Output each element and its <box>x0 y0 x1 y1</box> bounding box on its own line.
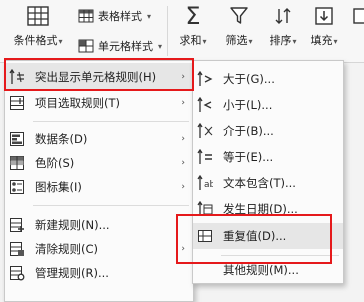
menu-item-label: 管理规则(R)... <box>35 266 109 280</box>
sort-label: 排序 <box>269 34 292 47</box>
sum-label: 求和 <box>179 34 202 47</box>
cell-style-label: 单元格样式 <box>98 40 153 53</box>
menu-item-color-scales[interactable]: 色阶(S) › <box>5 151 193 175</box>
chevron-right-icon: › <box>181 158 185 168</box>
chevron-down-icon: ▾ <box>58 37 63 46</box>
less-than-icon <box>193 97 217 113</box>
submenu-item-less-than[interactable]: 小于(L)... <box>193 93 343 117</box>
submenu-item-text-contains[interactable]: ab 文本包含(T)... <box>193 171 343 195</box>
chevron-right-icon: › <box>181 98 185 108</box>
chevron-down-icon: ▾ <box>292 37 297 46</box>
chevron-down-icon: ▾ <box>333 37 338 46</box>
sum-button[interactable]: Σ 求和▾ <box>172 0 214 48</box>
sort-icon <box>273 0 293 32</box>
funnel-icon <box>229 0 249 32</box>
table-style-button[interactable]: 表格样式 ▾ <box>78 8 151 24</box>
submenu-item-equal-to[interactable]: 等于(E)... <box>193 145 343 169</box>
submenu-item-label: 小于(L)... <box>223 98 273 112</box>
chevron-down-icon: ▾ <box>158 41 163 51</box>
grid-icon <box>353 0 364 32</box>
menu-item-label: 新建规则(N)... <box>35 218 110 232</box>
fill-down-icon <box>314 0 334 32</box>
submenu-item-between[interactable]: 介于(B)... <box>193 119 343 143</box>
chevron-right-icon: › <box>181 134 185 144</box>
text-contains-icon: ab <box>193 175 217 191</box>
between-icon <box>193 123 217 139</box>
table-style-label: 表格样式 <box>98 10 142 23</box>
menu-item-icon-sets[interactable]: 图标集(I) › <box>5 175 193 199</box>
chevron-down-icon: ▾ <box>147 11 152 21</box>
ribbon-toolbar: 条件格式▾ 表格样式 ▾ 单元格样式 ▾ Σ 求和▾ 筛选▾ 排序▾ 填充▾ <box>0 0 364 63</box>
menu-item-label: 项目选取规则(T) <box>35 96 120 110</box>
submenu-item-label: 等于(E)... <box>223 150 274 164</box>
manage-rules-icon <box>5 265 29 281</box>
top-bottom-rules-icon <box>5 95 29 111</box>
submenu-item-label: 文本包含(T)... <box>223 176 296 190</box>
clear-rules-icon <box>5 241 29 257</box>
ribbon-divider <box>167 6 168 56</box>
menu-item-label: 图标集(I) <box>35 180 82 194</box>
conditional-format-button[interactable]: 条件格式▾ <box>6 0 70 48</box>
menu-item-data-bars[interactable]: 数据条(D) › <box>5 127 193 151</box>
menu-divider <box>33 121 189 122</box>
menu-item-label: 数据条(D) <box>35 132 88 146</box>
fill-button[interactable]: 填充▾ <box>304 0 344 48</box>
new-rule-icon <box>5 217 29 233</box>
menu-item-new-rule[interactable]: 新建规则(N)... <box>5 213 193 237</box>
cell-style-icon <box>78 39 94 53</box>
svg-text:ab: ab <box>204 180 213 190</box>
submenu-item-label: 大于(G)... <box>223 72 275 86</box>
submenu-item-label: 介于(B)... <box>223 124 274 138</box>
equal-to-icon <box>193 149 217 165</box>
menu-divider <box>33 205 189 206</box>
table-style-icon <box>78 9 94 23</box>
icon-sets-icon <box>5 179 29 195</box>
filter-label: 筛选 <box>225 34 248 47</box>
menu-item-clear-rules[interactable]: 清除规则(C) › <box>5 237 193 261</box>
color-scales-icon <box>5 155 29 171</box>
sigma-icon: Σ <box>185 2 201 30</box>
data-bars-icon <box>5 131 29 147</box>
submenu-item-greater-than[interactable]: 大于(G)... <box>193 67 343 91</box>
chevron-right-icon: › <box>181 182 185 192</box>
menu-item-top-bottom-rules[interactable]: 项目选取规则(T) › <box>5 91 193 115</box>
highlight-annotation-box <box>4 58 194 91</box>
menu-item-label: 清除规则(C) <box>35 242 99 256</box>
sort-button[interactable]: 排序▾ <box>262 0 304 48</box>
menu-item-manage-rules[interactable]: 管理规则(R)... <box>5 261 193 285</box>
submenu-item-label: 其他规则(M)... <box>223 263 299 277</box>
conditional-format-label: 条件格式 <box>13 34 58 47</box>
greater-than-icon <box>193 71 217 87</box>
menu-item-label: 色阶(S) <box>35 156 75 170</box>
conditional-format-icon <box>27 0 49 32</box>
chevron-down-icon: ▾ <box>248 37 253 46</box>
filter-button[interactable]: 筛选▾ <box>218 0 260 48</box>
conditional-format-menu: 突出显示单元格规则(H) › 项目选取规则(T) › 数据条(D) › 色阶(S… <box>4 60 194 302</box>
cell-style-button[interactable]: 单元格样式 ▾ <box>78 38 162 54</box>
chevron-down-icon: ▾ <box>202 37 207 46</box>
fill-label: 填充 <box>310 34 333 47</box>
more-button[interactable] <box>350 0 364 32</box>
highlight-annotation-box <box>176 214 332 264</box>
